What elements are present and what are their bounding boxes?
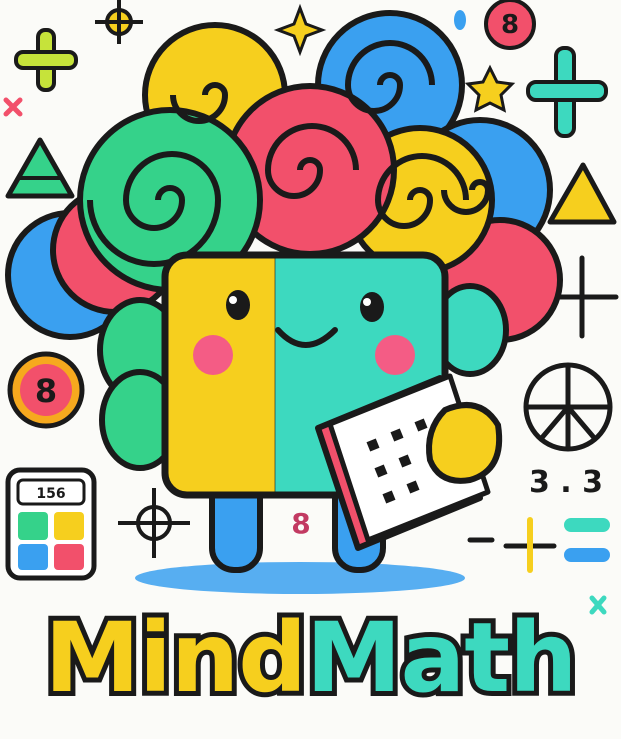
- numbers-label: 3 . 3: [529, 465, 603, 500]
- compass-icon: [523, 362, 613, 452]
- plus-icon: [14, 28, 78, 92]
- sparkle-icon: [273, 3, 327, 57]
- mindmath-logo: 8 3 . 3 8 156 8 MindMath: [0, 0, 621, 739]
- calculator-icon: 156: [5, 467, 97, 581]
- number-badge: 8: [7, 351, 85, 429]
- left-cheek: [193, 335, 233, 375]
- svg-text:156: 156: [36, 486, 65, 502]
- x-icon: [3, 97, 23, 117]
- svg-text:8: 8: [35, 372, 57, 410]
- right-eye: [360, 292, 384, 322]
- hand: [426, 402, 503, 484]
- title-math: Math: [301, 597, 583, 719]
- logo-title: MindMath: [0, 597, 621, 719]
- triangle-icon: [5, 137, 75, 199]
- ground-shadow: [135, 562, 465, 594]
- triangle-icon: [547, 162, 617, 225]
- crosshair-icon: [95, 0, 143, 44]
- left-eye: [226, 290, 250, 320]
- equals-icon: [564, 518, 610, 562]
- number-badge: 8: [484, 0, 536, 50]
- star-icon: [464, 64, 516, 113]
- crosshair-icon: [118, 488, 190, 558]
- operator-icon: [467, 517, 557, 573]
- right-cheek: [375, 335, 415, 375]
- number-label: 8: [291, 507, 310, 540]
- dot-icon: [454, 10, 466, 30]
- svg-text:8: 8: [501, 10, 519, 40]
- title-mind: Mind: [39, 597, 311, 719]
- plus-icon: [526, 46, 608, 138]
